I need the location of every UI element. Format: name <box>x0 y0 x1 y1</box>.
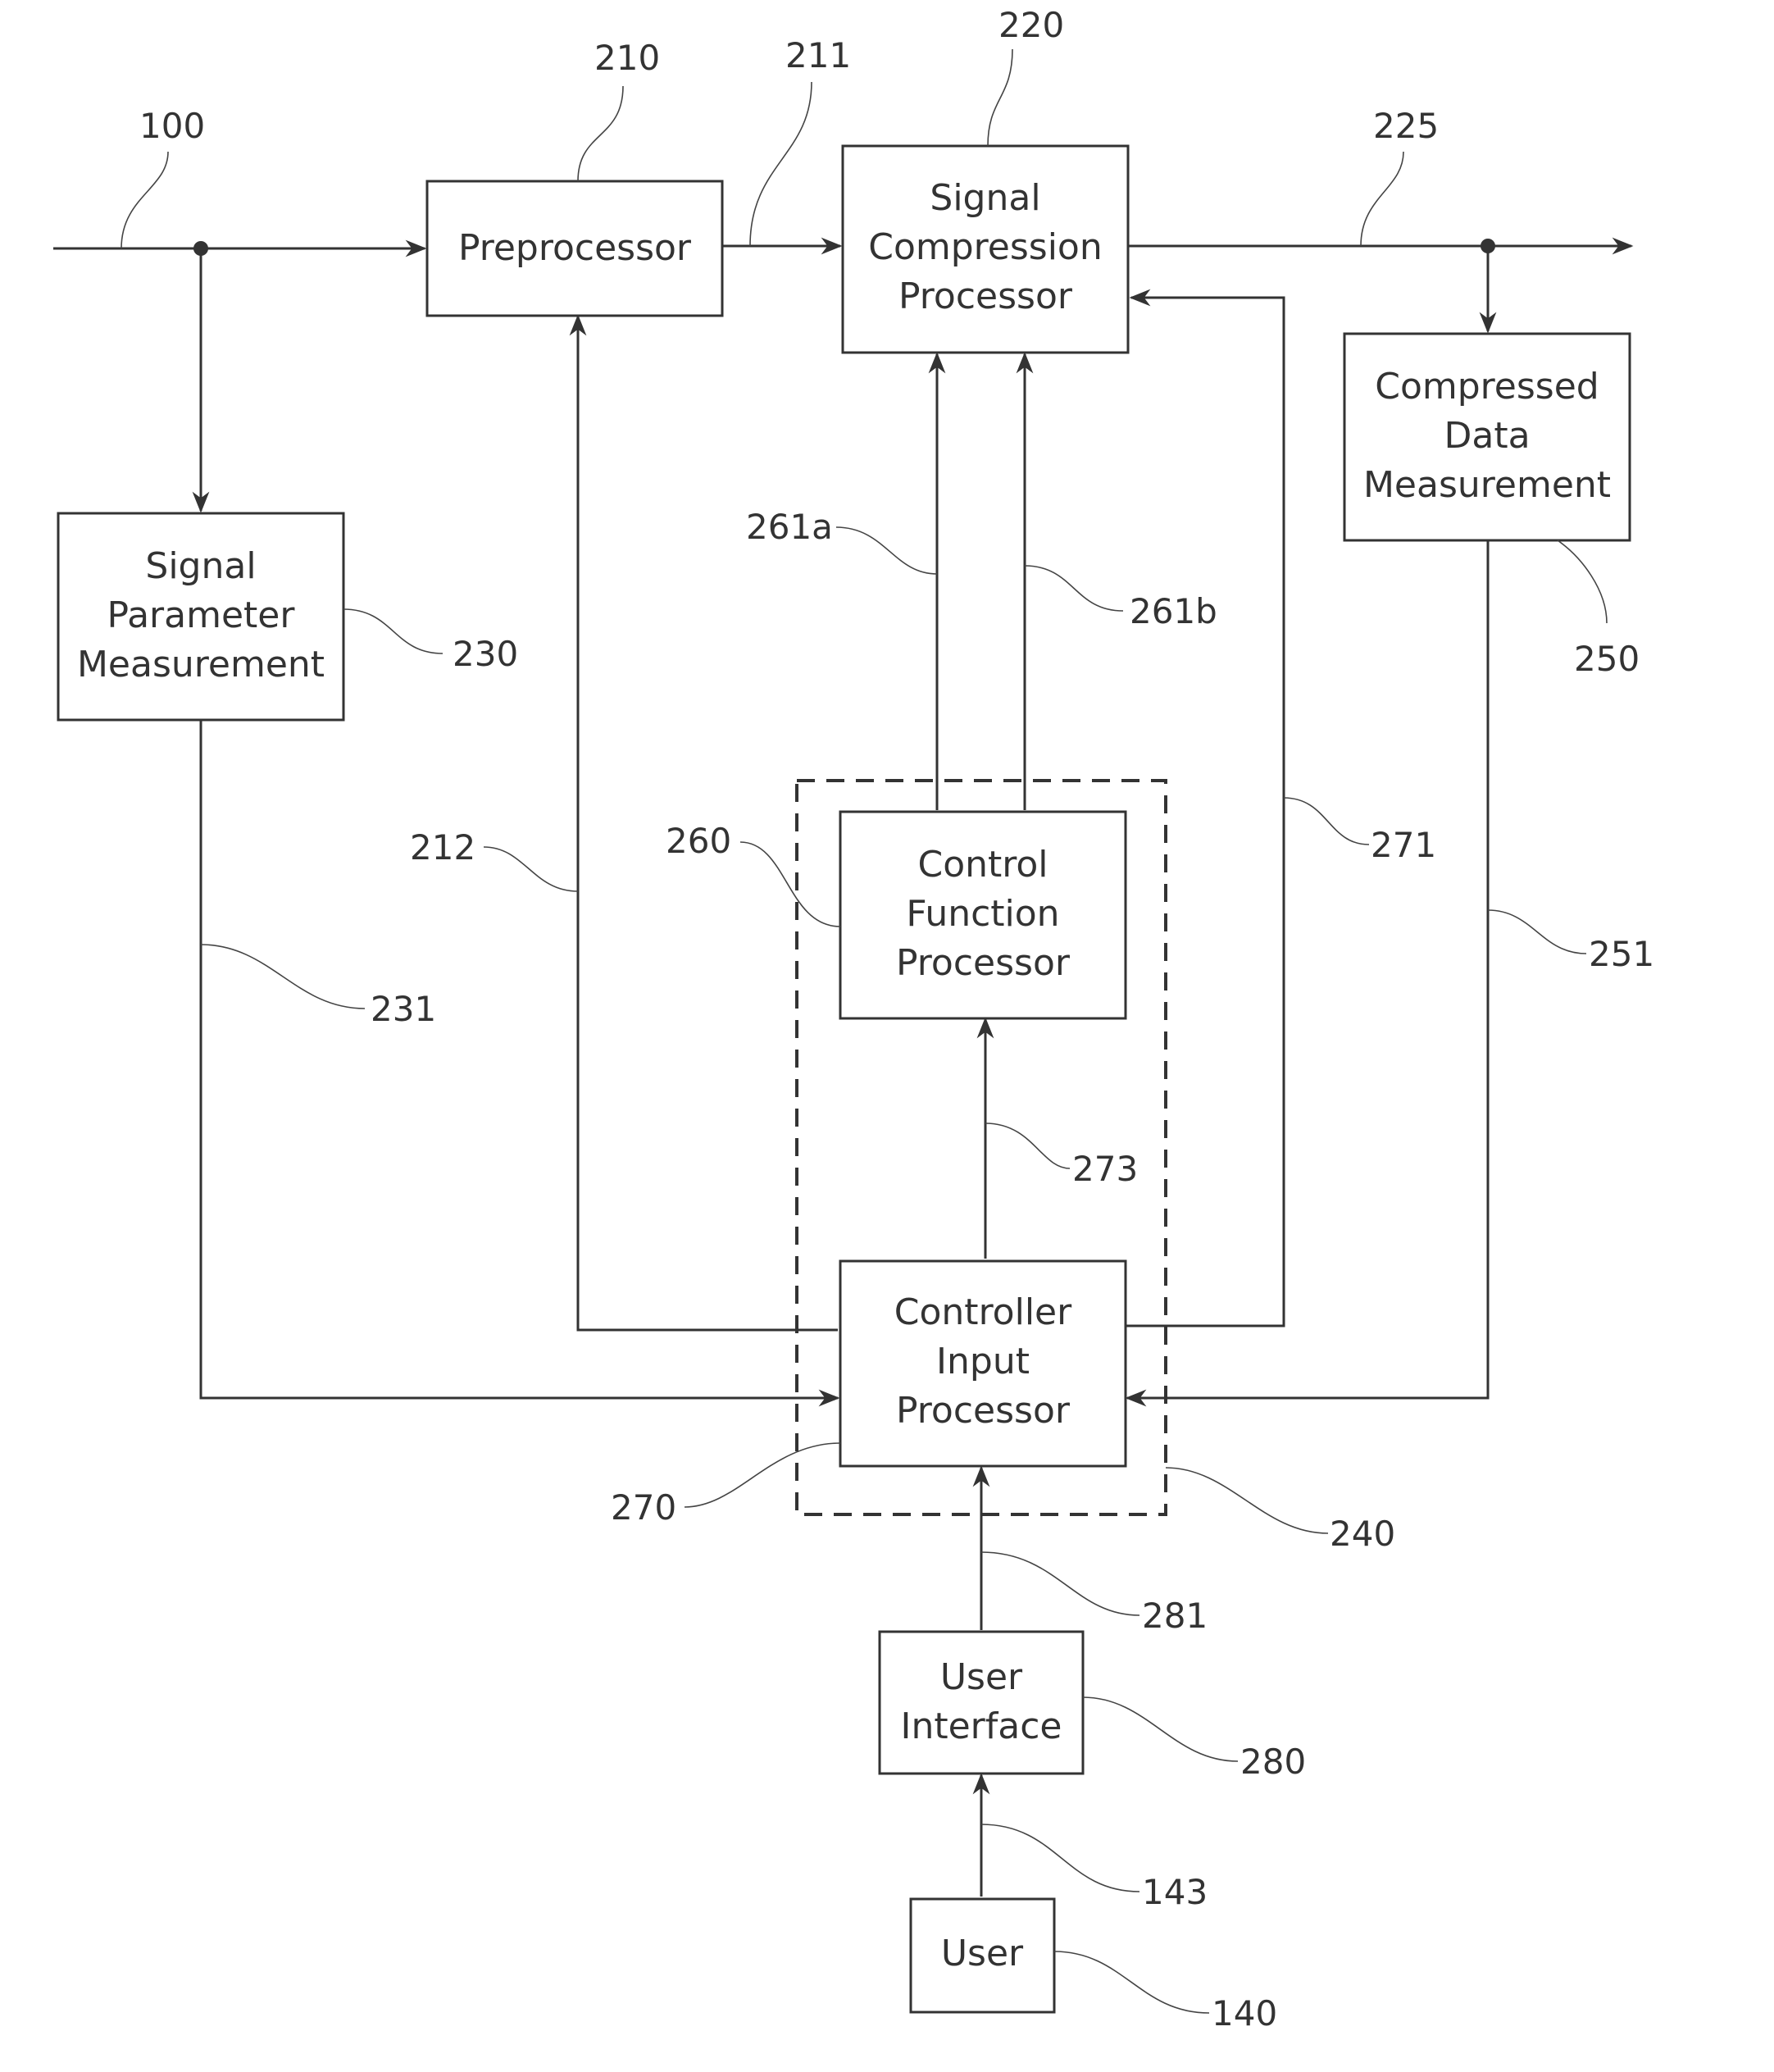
compressed-data-measurement-block[interactable]: Compressed Data Measurement <box>1343 332 1631 542</box>
ref-label-220: 220 <box>998 5 1064 45</box>
leader-line <box>739 841 841 927</box>
leader-line <box>980 1551 1140 1616</box>
block-label: Compressed <box>1375 366 1599 408</box>
leader-line <box>1053 1951 1210 2014</box>
leader-line <box>483 846 579 892</box>
control-function-processor-block[interactable]: Control Function Processor <box>839 810 1127 1020</box>
ref-label-212: 212 <box>410 827 475 868</box>
signal-compression-processor-block[interactable]: Signal Compression Processor <box>841 144 1130 354</box>
ref-label-211: 211 <box>785 35 851 75</box>
leader-line <box>200 944 366 1009</box>
block-label: Measurement <box>77 644 325 685</box>
block-label: Preprocessor <box>458 227 692 269</box>
leader-line <box>1557 540 1608 624</box>
ref-label-240: 240 <box>1330 1514 1395 1554</box>
block-label: Measurement <box>1363 464 1611 506</box>
ref-label-100: 100 <box>139 106 205 146</box>
leader-line <box>985 1123 1071 1169</box>
ref-label-261b: 261b <box>1130 591 1217 631</box>
controller-input-processor-block[interactable]: Controller Input Processor <box>839 1259 1127 1468</box>
leader-line <box>987 48 1013 147</box>
block-label: Interface <box>901 1705 1062 1747</box>
leader-line <box>577 85 624 182</box>
leader-line <box>684 1442 841 1508</box>
block-label: Processor <box>898 276 1073 317</box>
ref-label-231: 231 <box>371 989 436 1029</box>
spm-to-cip-line <box>199 720 840 1407</box>
ref-label-143: 143 <box>1142 1872 1208 1912</box>
leader-line <box>1360 151 1404 247</box>
leader-line <box>343 608 444 654</box>
block-label: User <box>941 1933 1024 1974</box>
ref-label-260: 260 <box>666 821 731 861</box>
block-label: Input <box>936 1341 1030 1382</box>
block-label: User <box>940 1656 1023 1698</box>
block-label: Signal <box>930 177 1040 219</box>
ref-label-280: 280 <box>1240 1742 1306 1782</box>
block-label: Processor <box>896 1390 1071 1432</box>
block-label: Control <box>917 844 1048 886</box>
cip-to-scp-line <box>1126 289 1285 1327</box>
user-interface-block[interactable]: User Interface <box>878 1630 1085 1775</box>
cdm-to-cip-line <box>1125 541 1490 1407</box>
ref-label-230: 230 <box>453 634 518 674</box>
ref-label-140: 140 <box>1212 1993 1277 2033</box>
block-label: Function <box>906 893 1059 935</box>
block-label: Parameter <box>107 594 296 636</box>
ref-label-273: 273 <box>1072 1149 1138 1189</box>
ref-label-261a: 261a <box>746 507 833 547</box>
leader-line <box>980 1824 1140 1892</box>
block-label: Signal <box>145 545 256 587</box>
leader-line <box>121 151 169 249</box>
ref-label-251: 251 <box>1589 934 1654 974</box>
user-block[interactable]: User <box>909 1897 1056 2014</box>
ref-label-225: 225 <box>1373 106 1439 146</box>
ref-label-250: 250 <box>1574 639 1640 679</box>
block-label: Data <box>1444 415 1530 457</box>
ref-label-281: 281 <box>1142 1596 1208 1636</box>
leader-line <box>749 81 812 247</box>
leader-line <box>1165 1467 1329 1534</box>
preprocessor-block[interactable]: Preprocessor <box>425 180 724 317</box>
block-label: Controller <box>894 1291 1072 1333</box>
ref-label-271: 271 <box>1371 825 1436 865</box>
block-label: Processor <box>896 942 1071 984</box>
leader-line <box>1487 909 1587 954</box>
leader-line <box>1082 1696 1239 1762</box>
ref-label-210: 210 <box>594 38 660 78</box>
leader-line <box>1283 797 1370 845</box>
block-label: Compression <box>868 226 1103 268</box>
leader-line <box>1024 565 1124 612</box>
ref-label-270: 270 <box>611 1487 676 1528</box>
leader-line <box>835 526 938 575</box>
signal-parameter-measurement-block[interactable]: Signal Parameter Measurement <box>57 512 345 722</box>
block-diagram: Preprocessor Signal Compression Processo… <box>53 5 1654 2033</box>
